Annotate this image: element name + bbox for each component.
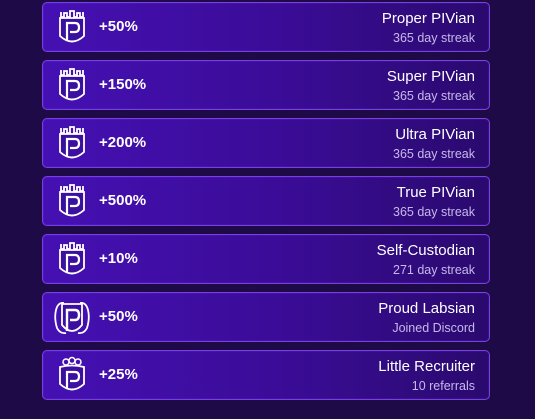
achievement-subtitle: Joined Discord bbox=[392, 321, 475, 335]
achievement-subtitle: 365 day streak bbox=[393, 205, 475, 219]
achievement-card-little-recruiter[interactable]: +25% Little Recruiter 10 referrals bbox=[42, 350, 490, 400]
castle-pi-shield-icon bbox=[51, 7, 93, 49]
achievement-subtitle: 365 day streak bbox=[393, 89, 475, 103]
achievement-title: Ultra PIVian bbox=[395, 126, 475, 143]
achievement-title: Self-Custodian bbox=[376, 242, 475, 259]
bonus-percent: +50% bbox=[99, 18, 138, 35]
castle-pi-shield-icon bbox=[51, 239, 93, 281]
bonus-percent: +50% bbox=[99, 308, 138, 325]
bonus-percent: +25% bbox=[99, 366, 138, 383]
castle-pi-shield-icon bbox=[51, 65, 93, 107]
achievement-title: True PIVian bbox=[396, 184, 475, 201]
achievement-subtitle: 365 day streak bbox=[393, 147, 475, 161]
achievement-subtitle: 271 day streak bbox=[393, 263, 475, 277]
achievements-list: +50% Proper PIVian 365 day streak +150% … bbox=[0, 0, 535, 419]
achievement-title: Proud Labsian bbox=[378, 300, 475, 317]
bonus-percent: +200% bbox=[99, 134, 147, 151]
achievement-card-ultra-pivian[interactable]: +200% Ultra PIVian 365 day streak bbox=[42, 118, 490, 168]
achievement-card-true-pivian[interactable]: +500% True PIVian 365 day streak bbox=[42, 176, 490, 226]
achievement-title: Super PIVian bbox=[386, 68, 475, 85]
achievement-card-super-pivian[interactable]: +150% Super PIVian 365 day streak bbox=[42, 60, 490, 110]
achievement-card-self-custodian[interactable]: +10% Self-Custodian 271 day streak bbox=[42, 234, 490, 284]
recruiter-pi-shield-icon bbox=[51, 355, 93, 397]
bonus-percent: +10% bbox=[99, 250, 138, 267]
achievement-subtitle: 10 referrals bbox=[411, 379, 475, 393]
achievement-subtitle: 365 day streak bbox=[393, 31, 475, 45]
bonus-percent: +500% bbox=[99, 192, 147, 209]
achievement-title: Proper PIVian bbox=[381, 10, 475, 27]
castle-pi-shield-icon bbox=[51, 123, 93, 165]
discord-pi-shield-icon bbox=[51, 297, 93, 339]
achievement-card-proud-labsian[interactable]: +50% Proud Labsian Joined Discord bbox=[42, 292, 490, 342]
achievement-title: Little Recruiter bbox=[378, 358, 475, 375]
bonus-percent: +150% bbox=[99, 76, 147, 93]
castle-pi-shield-icon bbox=[51, 181, 93, 223]
achievement-card-proper-pivian[interactable]: +50% Proper PIVian 365 day streak bbox=[42, 2, 490, 52]
